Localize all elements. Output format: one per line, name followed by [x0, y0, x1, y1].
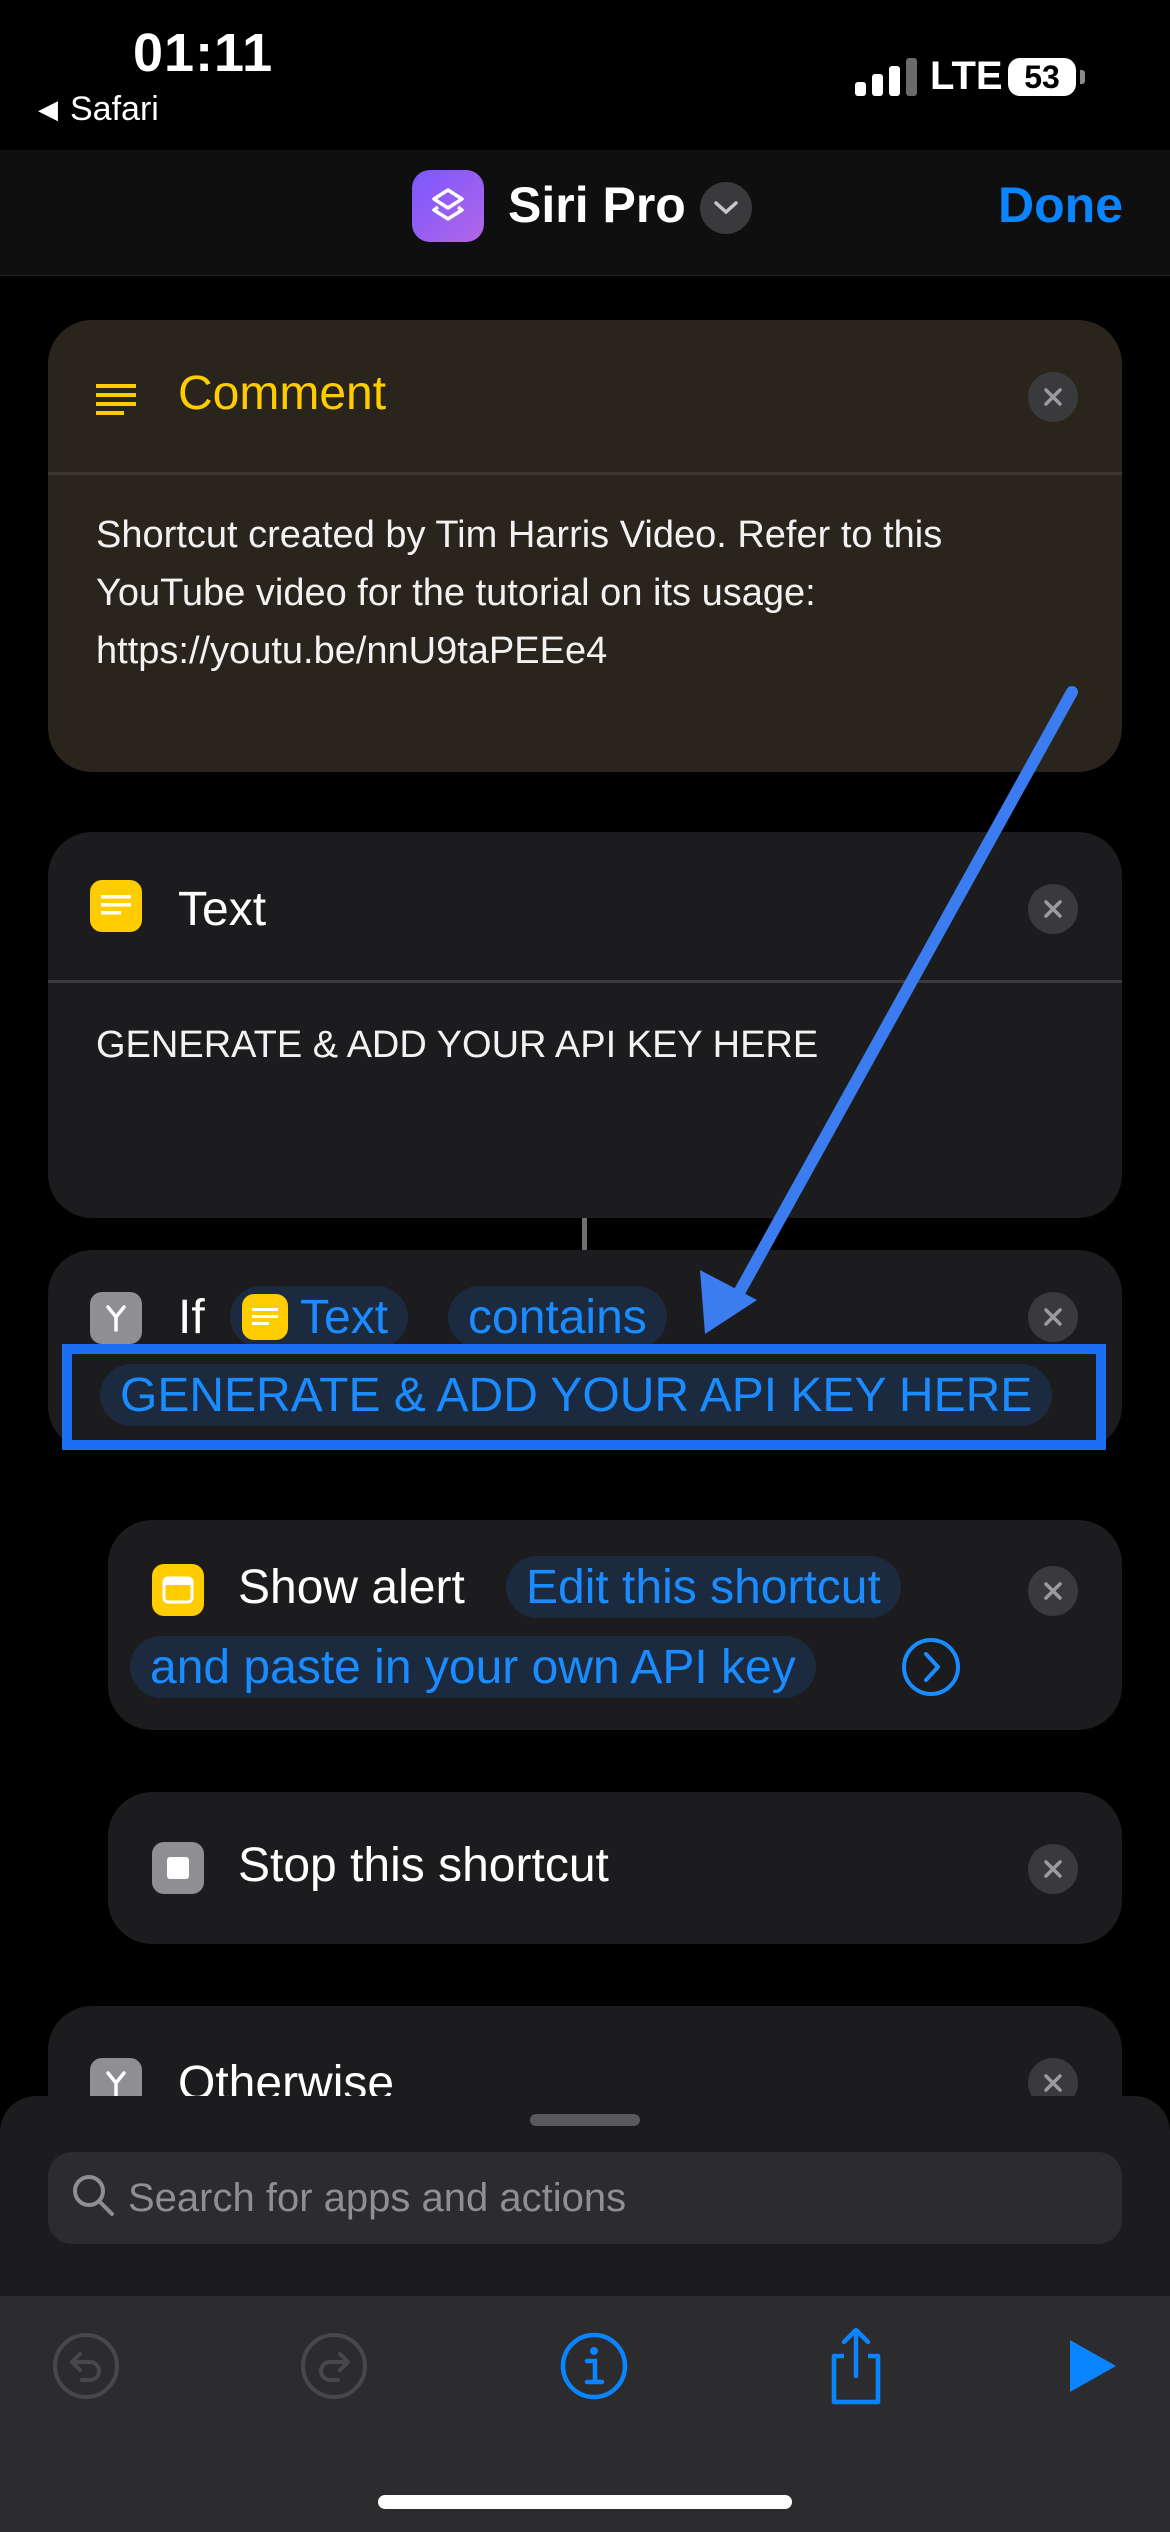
- undo-icon: [53, 2333, 119, 2399]
- run-button[interactable]: [1050, 2326, 1130, 2406]
- search-icon: [70, 2172, 116, 2223]
- info-icon: [560, 2332, 628, 2400]
- redo-button[interactable]: [294, 2326, 374, 2406]
- sheet-grabber[interactable]: [530, 2114, 640, 2126]
- share-button[interactable]: [816, 2326, 896, 2406]
- info-button[interactable]: [554, 2326, 634, 2406]
- home-indicator: [378, 2495, 792, 2509]
- share-icon: [831, 2327, 881, 2405]
- redo-icon: [301, 2333, 367, 2399]
- search-placeholder[interactable]: Search for apps and actions: [128, 2176, 626, 2221]
- play-icon: [1070, 2340, 1116, 2392]
- undo-button[interactable]: [46, 2326, 126, 2406]
